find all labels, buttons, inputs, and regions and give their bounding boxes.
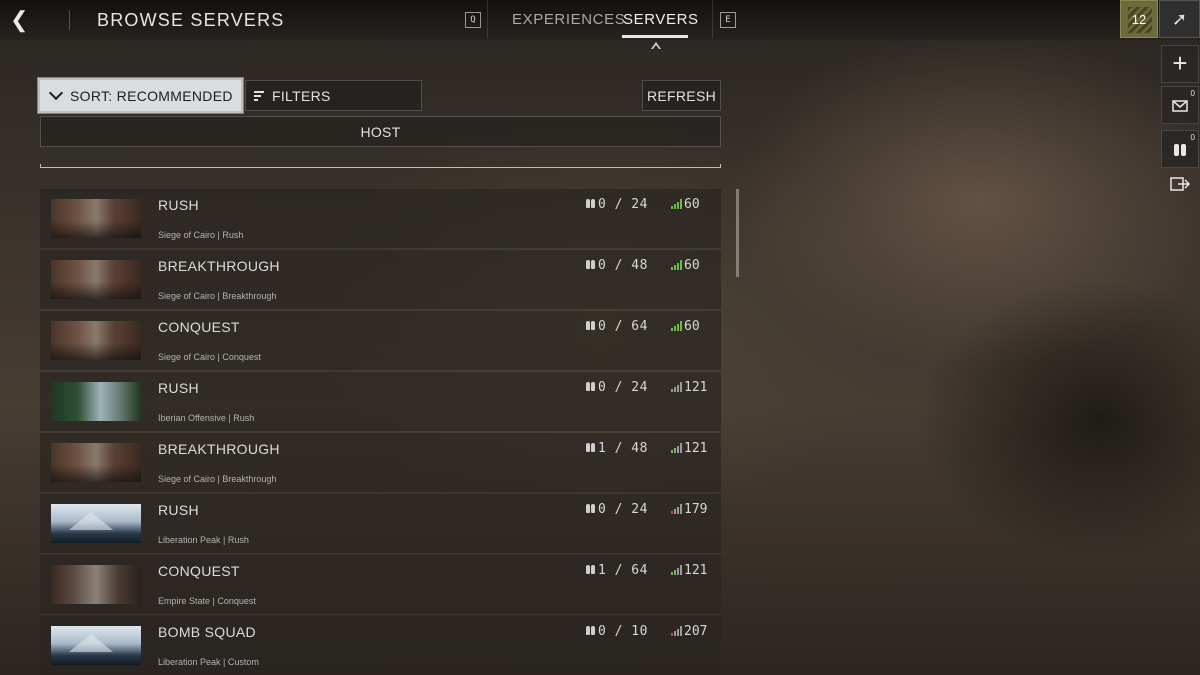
top-bar: ❮ BROWSE SERVERS Q EXPERIENCES SERVERS E: [0, 0, 1200, 40]
key-hint-e: E: [720, 12, 736, 28]
players-icon: [586, 199, 595, 209]
server-map-info: Siege of Cairo | Breakthrough: [158, 474, 277, 484]
server-mode: BOMB SQUAD: [158, 624, 256, 640]
map-thumbnail: [51, 565, 141, 604]
sort-dropdown[interactable]: SORT: RECOMMENDED: [37, 77, 244, 114]
server-row[interactable]: BREAKTHROUGH Siege of Cairo | Breakthroug…: [40, 250, 721, 310]
ping-signal-icon: [671, 260, 682, 270]
players-icon: [586, 382, 595, 392]
map-thumbnail: [51, 504, 141, 543]
server-mode: RUSH: [158, 197, 199, 213]
player-count: 1 / 64: [598, 563, 648, 578]
map-thumbnail: [51, 443, 141, 482]
ping-value: 121: [684, 380, 708, 395]
server-row[interactable]: RUSH Liberation Peak | Rush 0 / 24 179: [40, 494, 721, 554]
add-plus-icon[interactable]: +: [1161, 45, 1199, 83]
map-thumbnail: [51, 260, 141, 299]
tab-servers[interactable]: SERVERS: [623, 11, 699, 28]
server-map-info: Siege of Cairo | Rush: [158, 230, 244, 240]
server-map-info: Iberian Offensive | Rush: [158, 413, 255, 423]
page-title: BROWSE SERVERS: [97, 10, 285, 30]
ping-signal-icon: [671, 443, 682, 453]
players-icon: [586, 443, 595, 453]
loadout-weapon-icon[interactable]: ➚: [1159, 0, 1200, 38]
server-row[interactable]: RUSH Iberian Offensive | Rush 0 / 24 121: [40, 372, 721, 432]
ping-value: 179: [684, 502, 708, 517]
server-row[interactable]: CONQUEST Siege of Cairo | Conquest 0 / 64 6…: [40, 311, 721, 371]
active-tab-underline: [622, 35, 688, 38]
map-thumbnail: [51, 321, 141, 360]
list-scrollbar[interactable]: [736, 189, 739, 277]
rank-badge[interactable]: 12: [1120, 0, 1158, 38]
host-button[interactable]: HOST: [40, 116, 721, 147]
ping-signal-icon: [671, 199, 682, 209]
server-mode: BREAKTHROUGH: [158, 258, 280, 274]
ping-value: 60: [684, 319, 700, 334]
ping-signal-icon: [671, 504, 682, 514]
back-arrow-icon[interactable]: ❮: [10, 8, 30, 32]
squad-icon: [1174, 144, 1186, 156]
divider: [40, 164, 721, 168]
server-map-info: Siege of Cairo | Breakthrough: [158, 291, 277, 301]
map-thumbnail: [51, 199, 141, 238]
filter-icon: [254, 91, 264, 103]
server-map-info: Liberation Peak | Custom: [158, 657, 259, 667]
sort-label: SORT: RECOMMENDED: [70, 88, 233, 104]
server-mode: RUSH: [158, 380, 199, 396]
squad-count: 0: [1190, 133, 1195, 142]
ping-signal-icon: [671, 565, 682, 575]
ping-signal-icon: [671, 382, 682, 392]
player-count: 0 / 24: [598, 380, 648, 395]
ping-value: 207: [684, 624, 708, 639]
server-map-info: Siege of Cairo | Conquest: [158, 352, 261, 362]
server-list: RUSH Siege of Cairo | Rush 0 / 24 60 BREAKTH…: [40, 189, 721, 675]
rank-number: 12: [1131, 12, 1147, 27]
player-count: 0 / 10: [598, 624, 648, 639]
filters-label: FILTERS: [272, 88, 331, 104]
players-icon: [586, 626, 595, 636]
mail-count: 0: [1190, 89, 1195, 98]
ping-value: 60: [684, 197, 700, 212]
server-map-info: Empire State | Conquest: [158, 596, 256, 606]
tab-bar: EXPERIENCES SERVERS: [487, 0, 713, 38]
server-mode: CONQUEST: [158, 563, 240, 579]
server-mode: BREAKTHROUGH: [158, 441, 280, 457]
player-count: 0 / 64: [598, 319, 648, 334]
divider: [69, 10, 70, 30]
player-count: 0 / 24: [598, 502, 648, 517]
server-mode: CONQUEST: [158, 319, 240, 335]
players-icon: [586, 565, 595, 575]
mail-button[interactable]: 0: [1161, 86, 1199, 124]
player-count: 0 / 48: [598, 258, 648, 273]
ping-value: 121: [684, 563, 708, 578]
filters-button[interactable]: FILTERS: [245, 80, 422, 111]
ping-value: 121: [684, 441, 708, 456]
players-icon: [586, 504, 595, 514]
exit-icon[interactable]: [1170, 177, 1191, 193]
tab-experiences[interactable]: EXPERIENCES: [512, 11, 625, 28]
player-count: 1 / 48: [598, 441, 648, 456]
players-icon: [586, 260, 595, 270]
player-count: 0 / 24: [598, 197, 648, 212]
map-thumbnail: [51, 626, 141, 665]
ping-signal-icon: [671, 321, 682, 331]
squad-button[interactable]: 0: [1161, 130, 1199, 168]
refresh-button[interactable]: REFRESH: [642, 80, 721, 111]
players-icon: [586, 321, 595, 331]
chevron-down-icon: [48, 85, 64, 101]
server-row[interactable]: BOMB SQUAD Liberation Peak | Custom 0 / 10…: [40, 616, 721, 675]
envelope-icon: [1172, 100, 1188, 112]
server-row[interactable]: BREAKTHROUGH Siege of Cairo | Breakthroug…: [40, 433, 721, 493]
key-hint-q: Q: [465, 12, 481, 28]
server-mode: RUSH: [158, 502, 199, 518]
server-row[interactable]: RUSH Siege of Cairo | Rush 0 / 24 60: [40, 189, 721, 249]
ping-signal-icon: [671, 626, 682, 636]
ping-value: 60: [684, 258, 700, 273]
server-map-info: Liberation Peak | Rush: [158, 535, 249, 545]
map-thumbnail: [51, 382, 141, 421]
server-row[interactable]: CONQUEST Empire State | Conquest 1 / 64 121: [40, 555, 721, 615]
